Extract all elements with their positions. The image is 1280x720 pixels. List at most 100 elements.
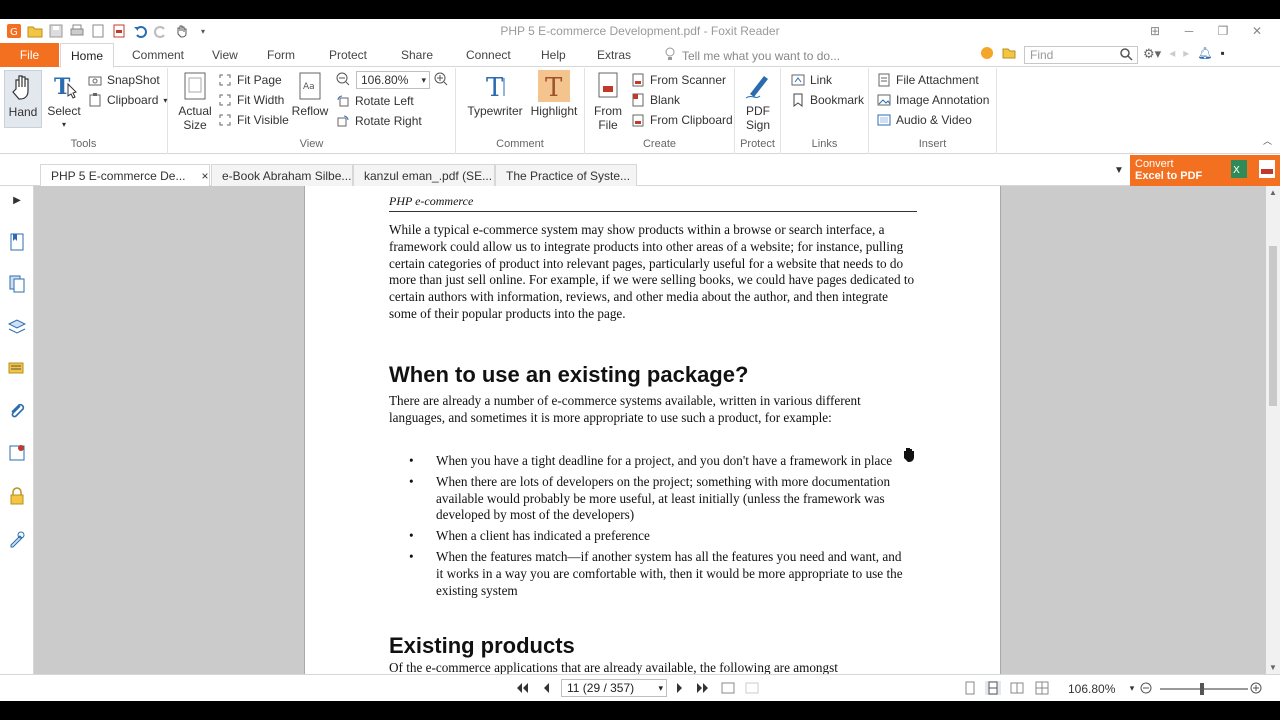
doc-tab-php5[interactable]: PHP 5 E-commerce De... × <box>40 164 210 186</box>
document-workspace[interactable]: PHP e-commerce While a typical e-commerc… <box>34 186 1266 674</box>
rotate-right-button[interactable]: Rotate Right <box>336 112 422 130</box>
from-file-button[interactable]: From File <box>591 70 625 132</box>
previous-view-icon[interactable] <box>720 681 736 695</box>
pages-panel-icon[interactable] <box>7 274 27 294</box>
blank-button[interactable]: Blank <box>631 91 680 109</box>
gear-icon[interactable]: ⚙▾ <box>1143 46 1161 62</box>
page-number-input[interactable]: 11 (29 / 357) ▾ <box>561 679 667 697</box>
status-zoom-in-icon[interactable] <box>1248 681 1264 695</box>
prev-result-icon[interactable]: ◂ <box>1169 46 1175 62</box>
from-clipboard-button[interactable]: From Clipboard <box>631 111 733 129</box>
reflow-button[interactable]: Aa Reflow <box>290 70 330 118</box>
status-zoom-out-icon[interactable] <box>1138 681 1154 695</box>
find-folder-icon[interactable] <box>1002 46 1016 63</box>
doc-tab-practice[interactable]: The Practice of Syste... <box>495 164 637 186</box>
find-input[interactable]: Find <box>1024 46 1138 64</box>
zoom-in-icon[interactable] <box>434 72 448 89</box>
link-button[interactable]: Link <box>791 71 832 89</box>
tab-view[interactable]: View <box>212 43 238 67</box>
content-panel-icon[interactable] <box>7 529 27 549</box>
user-icon[interactable]: ▪ <box>1220 46 1224 62</box>
previous-page-icon[interactable] <box>538 681 554 695</box>
file-attachment-button[interactable]: File Attachment <box>877 71 979 89</box>
fit-page-button[interactable]: Fit Page <box>218 71 282 89</box>
signatures-panel-icon[interactable] <box>7 443 27 463</box>
continuous-facing-icon[interactable] <box>1034 681 1050 695</box>
pdf-page[interactable]: PHP e-commerce While a typical e-commerc… <box>304 186 1001 674</box>
continuous-view-icon[interactable] <box>985 681 1001 695</box>
zoom-slider[interactable] <box>1160 683 1248 695</box>
tab-help[interactable]: Help <box>541 43 566 67</box>
bell-icon[interactable]: 🔔︎ <box>1197 46 1212 62</box>
highlight-button[interactable]: T Highlight <box>530 70 578 118</box>
bookmark-button[interactable]: Bookmark <box>791 91 864 109</box>
pdf-file-icon <box>1258 159 1276 182</box>
single-page-view-icon[interactable] <box>962 681 978 695</box>
close-window-button[interactable]: ✕ <box>1240 21 1274 41</box>
zoom-dropdown-icon[interactable]: ▾ <box>421 72 426 88</box>
snapshot-button[interactable]: SnapShot <box>88 71 160 89</box>
clipboard-button[interactable]: Clipboard ▾ <box>88 91 167 109</box>
image-annotation-button[interactable]: Image Annotation <box>877 91 989 109</box>
list-item: When the features match—if another syste… <box>409 549 909 599</box>
find-placeholder: Find <box>1030 48 1054 62</box>
minimize-button[interactable]: ─ <box>1172 21 1206 41</box>
file-menu-tab[interactable]: File <box>0 43 59 67</box>
expand-panel-icon[interactable]: ▶ <box>7 190 27 210</box>
clipboard-dropdown-icon[interactable]: ▾ <box>163 96 167 105</box>
ribbon-options-icon[interactable]: ⊞ <box>1138 21 1172 41</box>
pdf-sign-label-2: Sign <box>745 118 771 132</box>
next-page-icon[interactable] <box>672 681 688 695</box>
tell-me-search[interactable]: Tell me what you want to do... <box>664 47 840 64</box>
tab-extras[interactable]: Extras <box>597 43 631 67</box>
security-lock-icon[interactable] <box>7 486 27 506</box>
next-view-icon[interactable] <box>744 681 760 695</box>
attachments-panel-icon[interactable] <box>7 401 27 421</box>
typewriter-button[interactable]: T Typewriter <box>466 70 524 118</box>
from-file-icon <box>592 70 624 102</box>
tab-connect[interactable]: Connect <box>466 43 511 67</box>
close-tab-icon[interactable]: × <box>201 169 208 183</box>
facing-view-icon[interactable] <box>1009 681 1025 695</box>
tabs-dropdown-icon[interactable]: ▼ <box>1114 165 1124 176</box>
fit-visible-button[interactable]: Fit Visible <box>218 111 289 129</box>
tab-protect[interactable]: Protect <box>329 43 367 67</box>
doc-tab-kanzul[interactable]: kanzul eman_.pdf (SE... <box>353 164 495 186</box>
tab-share[interactable]: Share <box>401 43 433 67</box>
tab-comment[interactable]: Comment <box>132 43 184 67</box>
last-page-icon[interactable] <box>695 681 711 695</box>
from-scanner-button[interactable]: From Scanner <box>631 71 726 89</box>
search-icon[interactable] <box>1120 48 1133 65</box>
comments-panel-icon[interactable] <box>7 359 27 379</box>
scrollbar-thumb[interactable] <box>1269 246 1277 406</box>
rotate-left-label: Rotate Left <box>355 94 414 108</box>
vertical-scrollbar[interactable]: ▲ ▼ <box>1266 186 1280 674</box>
page-dropdown-icon[interactable]: ▾ <box>658 680 663 696</box>
scroll-down-icon[interactable]: ▼ <box>1269 663 1277 672</box>
next-result-icon[interactable]: ▸ <box>1183 46 1189 62</box>
hand-tool-button[interactable]: Hand <box>4 70 42 128</box>
zoom-out-icon[interactable] <box>336 72 350 89</box>
scroll-up-icon[interactable]: ▲ <box>1269 188 1277 197</box>
convert-excel-banner[interactable]: Convert Excel to PDF X <box>1130 155 1280 186</box>
fit-width-button[interactable]: Fit Width <box>218 91 284 109</box>
actual-size-button[interactable]: Actual Size <box>176 70 214 132</box>
snapshot-label: SnapShot <box>107 73 160 87</box>
tab-home[interactable]: Home <box>60 43 115 68</box>
pdf-sign-button[interactable]: PDF Sign <box>741 70 775 132</box>
zoom-select[interactable]: 106.80% ▾ <box>356 71 430 89</box>
bookmarks-panel-icon[interactable] <box>7 232 27 252</box>
bookmark-icon <box>791 93 805 107</box>
rotate-left-button[interactable]: Rotate Left <box>336 92 414 110</box>
skin-icon[interactable] <box>980 46 994 63</box>
collapse-ribbon-icon[interactable]: ︿ <box>1263 134 1272 147</box>
select-dropdown-icon[interactable]: ▾ <box>44 118 84 132</box>
doc-tab-ebook[interactable]: e-Book Abraham Silbe... <box>211 164 353 186</box>
tab-form[interactable]: Form <box>267 43 295 67</box>
layers-panel-icon[interactable] <box>7 317 27 337</box>
first-page-icon[interactable] <box>514 681 530 695</box>
audio-video-button[interactable]: Audio & Video <box>877 111 972 129</box>
select-tool-button[interactable]: T Select ▾ <box>44 70 84 132</box>
zoom-slider-handle[interactable] <box>1200 683 1204 695</box>
restore-button[interactable]: ❐ <box>1206 21 1240 41</box>
